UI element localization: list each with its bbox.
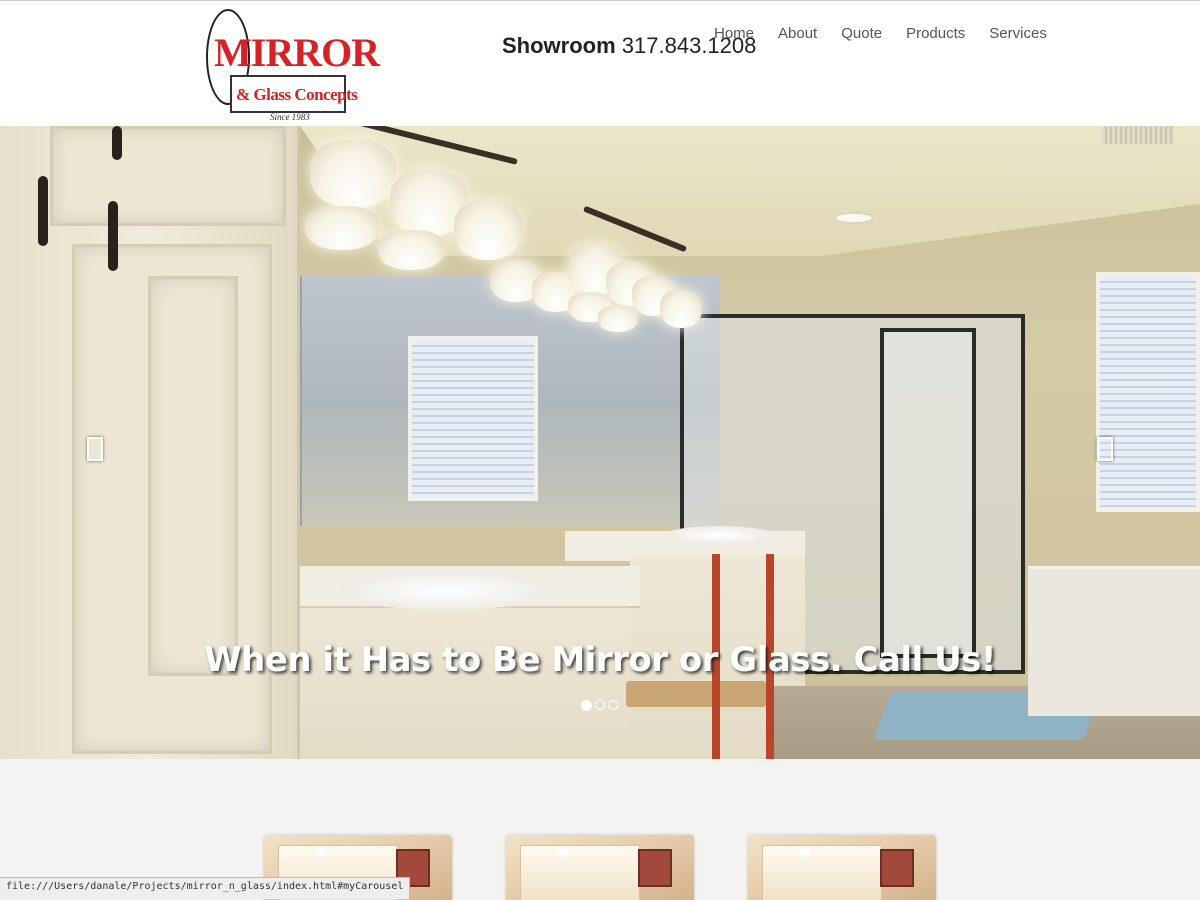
carousel-next-icon[interactable] (1097, 437, 1113, 461)
carousel-indicator-1[interactable] (581, 700, 592, 711)
showroom-label: Showroom (502, 33, 616, 58)
logo-title: MIRROR (214, 30, 380, 75)
site-logo[interactable]: MIRROR & Glass Concepts Since 1983 (206, 9, 380, 123)
main-nav: Home About Quote Products Services (714, 25, 1071, 42)
logo-subtitle: & Glass Concepts (236, 85, 358, 104)
nav-services[interactable]: Services (989, 25, 1059, 42)
browser-status-bar: file:///Users/danale/Projects/mirror_n_g… (0, 877, 411, 899)
carousel-caption: When it Has to Be Mirror or Glass. Call … (204, 640, 996, 680)
nav-products[interactable]: Products (906, 25, 977, 42)
nav-home[interactable]: Home (714, 25, 766, 42)
site-header: MIRROR & Glass Concepts Since 1983 Showr… (0, 0, 1200, 126)
nav-quote[interactable]: Quote (841, 25, 894, 42)
hero-carousel: When it Has to Be Mirror or Glass. Call … (0, 126, 1200, 759)
logo-subtitle-box: & Glass Concepts (230, 75, 358, 113)
carousel-indicator-3[interactable] (608, 700, 618, 710)
carousel-prev-icon[interactable] (87, 437, 103, 461)
carousel-indicator-2[interactable] (595, 700, 605, 710)
carousel-indicators (581, 700, 618, 711)
nav-about[interactable]: About (778, 25, 829, 42)
product-thumb-3[interactable] (748, 835, 936, 900)
product-thumb-2[interactable] (506, 835, 694, 900)
logo-since: Since 1983 (270, 112, 310, 122)
